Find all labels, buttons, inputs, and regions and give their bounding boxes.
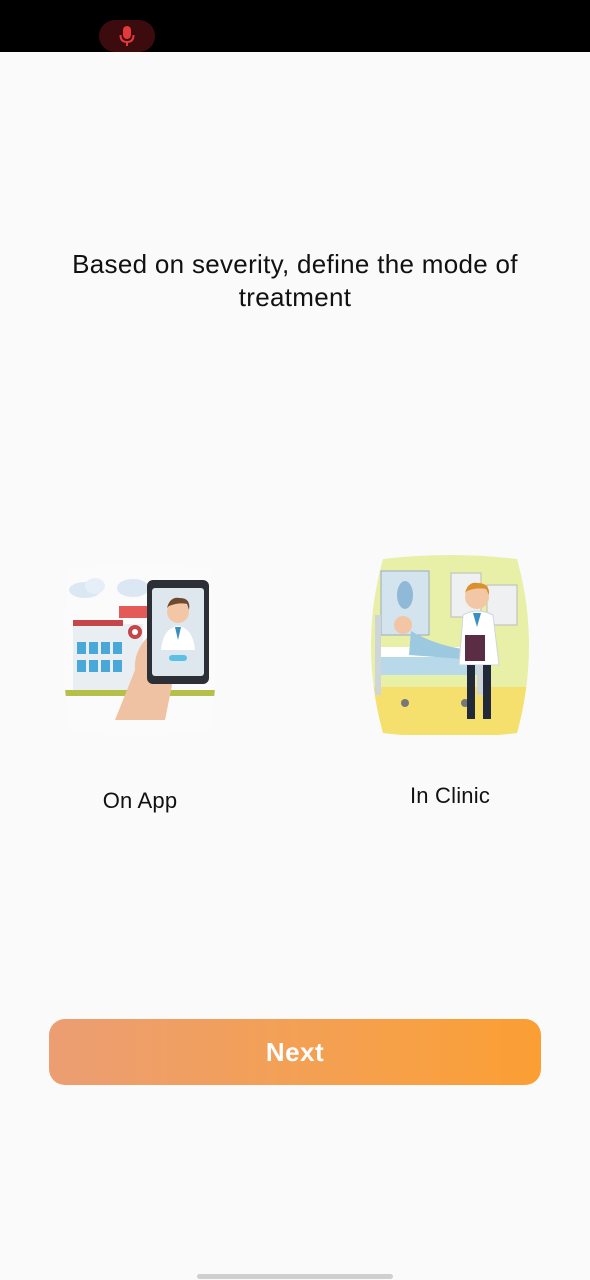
option-in-clinic[interactable]: In Clinic	[365, 555, 535, 809]
home-indicator[interactable]	[197, 1274, 393, 1279]
next-button[interactable]: Next	[49, 1019, 541, 1085]
status-bar	[0, 0, 590, 52]
page-title: Based on severity, define the mode of tr…	[72, 249, 518, 312]
mic-indicator	[99, 20, 155, 52]
doctor-on-phone-illustration	[63, 564, 217, 736]
microphone-icon	[119, 26, 135, 46]
option-on-app[interactable]: On App	[55, 560, 225, 814]
option-label-on-app: On App	[102, 788, 178, 813]
option-label-in-clinic: In Clinic	[409, 783, 491, 808]
doctor-in-clinic-illustration	[371, 555, 529, 735]
